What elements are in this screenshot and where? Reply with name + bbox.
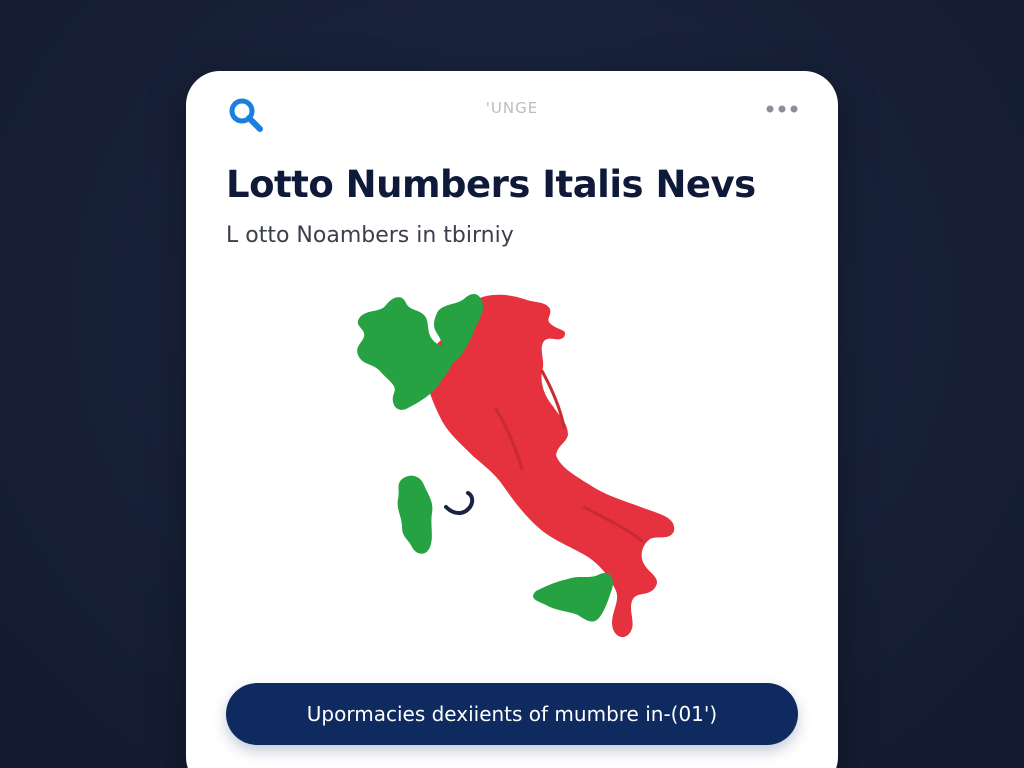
- italy-map: [346, 279, 706, 659]
- italy-map-illustration: [357, 294, 675, 638]
- more-horizontal-icon: [766, 105, 798, 113]
- app-background: 'UNGE Lotto Numbers Italis Nevs L otto N…: [0, 0, 1024, 768]
- sardinia-island: [397, 475, 433, 554]
- page-title: Lotto Numbers Italis Nevs: [226, 163, 756, 206]
- sicily-island: [533, 572, 614, 622]
- more-options-button[interactable]: [764, 97, 800, 121]
- news-card: 'UNGE Lotto Numbers Italis Nevs L otto N…: [186, 71, 838, 768]
- cta-button[interactable]: Upormacies dexiients of mumbre in-(01'): [226, 683, 798, 745]
- header-label: 'UNGE: [485, 99, 539, 117]
- top-bar: 'UNGE: [186, 71, 838, 151]
- page-subtitle: L otto Noambers in tbirniy: [226, 223, 514, 248]
